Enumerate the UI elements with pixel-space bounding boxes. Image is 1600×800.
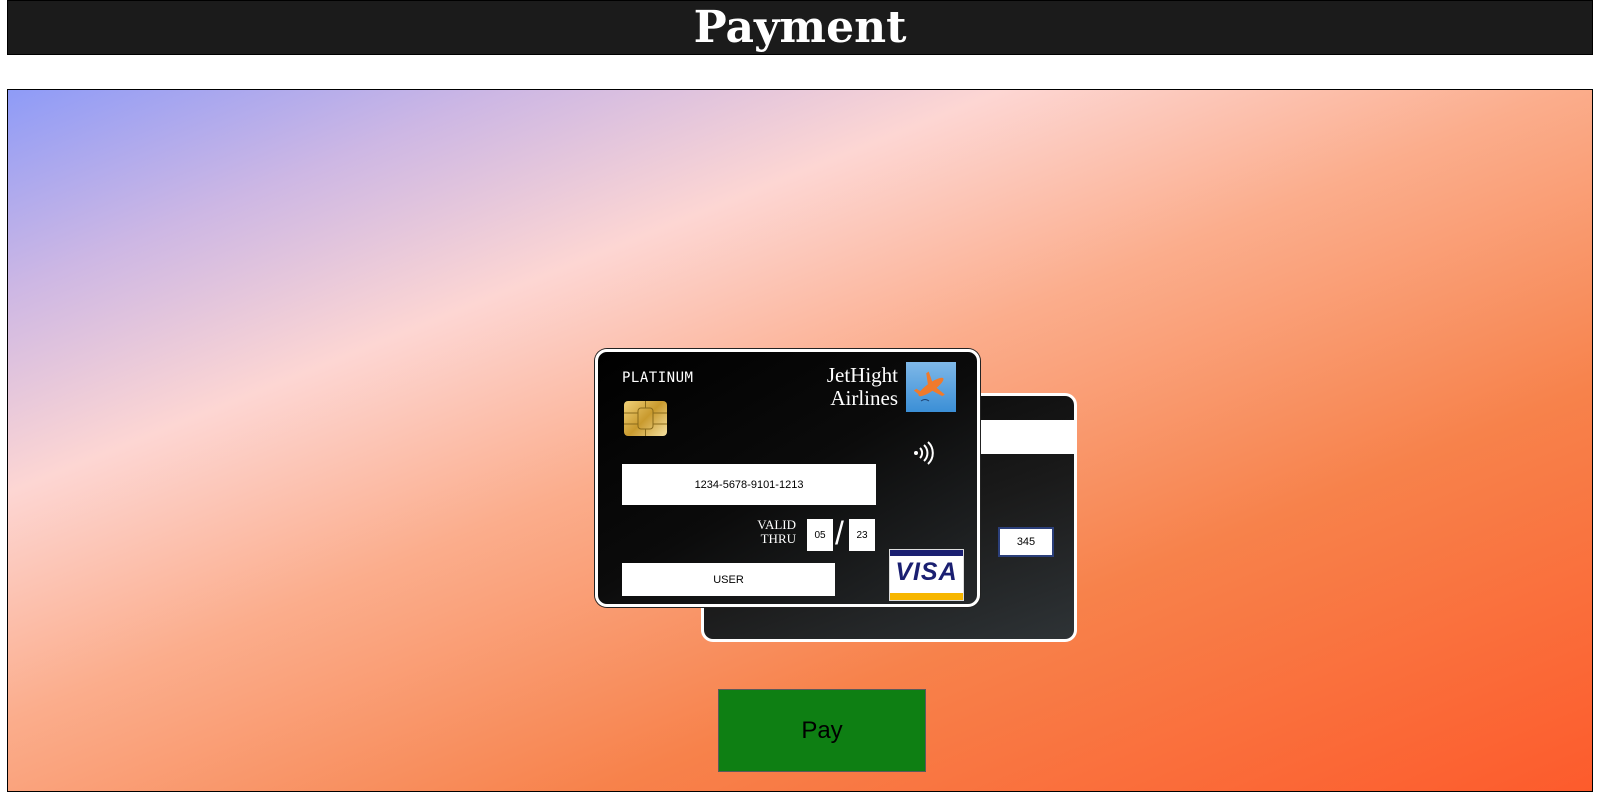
card-tier: PLATINUM (622, 370, 694, 386)
page-title: Payment (693, 1, 907, 53)
visa-logo-bottom-bar (890, 593, 963, 600)
valid-thru-label: VALID THRU (740, 518, 796, 546)
card-front: PLATINUM JetHight Airlines 1234-5678-910… (595, 349, 980, 607)
expiry-separator: / (835, 515, 844, 551)
pay-button[interactable]: Pay (718, 689, 926, 772)
card-number-field[interactable]: 1234-5678-9101-1213 (622, 464, 876, 505)
cardholder-name-field[interactable]: USER (622, 563, 835, 596)
contactless-icon (910, 438, 940, 468)
expiry-month-field[interactable]: 05 (807, 519, 833, 551)
airline-name-line1: JetHight (826, 363, 898, 387)
valid-thru-line1: VALID (757, 517, 796, 532)
visa-logo-top-bar (890, 550, 963, 556)
valid-thru-line2: THRU (760, 531, 796, 546)
payment-panel: 345 PLATINUM JetHight Airlines 1234-5678… (7, 89, 1593, 792)
airline-name-line2: Airlines (830, 386, 898, 410)
visa-logo-icon: VISA (889, 549, 964, 601)
card-network: VISA (895, 558, 958, 586)
page-header: Payment (7, 0, 1593, 55)
airplane-logo-icon (906, 362, 956, 412)
expiry-year-field[interactable]: 23 (849, 519, 875, 551)
chip-icon (624, 401, 667, 436)
airline-name: JetHight Airlines (798, 364, 898, 410)
cvv-field[interactable]: 345 (998, 527, 1054, 557)
